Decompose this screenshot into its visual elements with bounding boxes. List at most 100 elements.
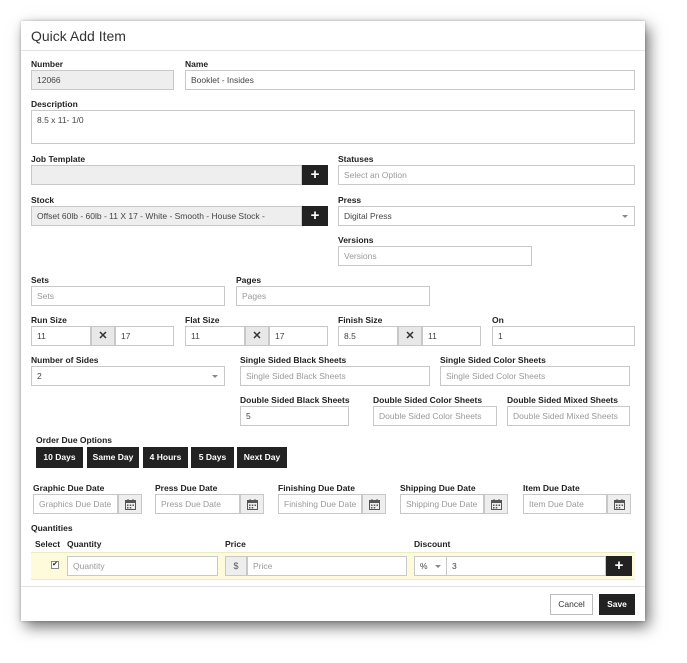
press-due-label: Press Due Date [155, 483, 218, 493]
chevron-down-icon [622, 215, 628, 218]
graphic-due-calendar-button[interactable] [118, 494, 142, 514]
shipping-due-label: Shipping Due Date [400, 483, 476, 493]
run-size-height[interactable]: 17 [115, 326, 174, 346]
quick-add-item-dialog: Quick Add Item Number 12066 Name Booklet… [21, 21, 645, 621]
finish-size-label: Finish Size [338, 315, 383, 325]
row-select-checkbox[interactable]: ✔ [51, 561, 59, 569]
number-of-sides-select[interactable]: 2 [31, 366, 225, 386]
plus-icon: + [310, 207, 320, 224]
due-same-day-button[interactable]: Same Day [87, 447, 139, 468]
due-next-day-button[interactable]: Next Day [237, 447, 287, 468]
single-black-label: Single Sided Black Sheets [240, 355, 347, 365]
flat-size-width[interactable]: 11 [185, 326, 245, 346]
calendar-icon [247, 499, 258, 510]
calendar-icon [125, 499, 136, 510]
number-of-sides-label: Number of Sides [31, 355, 99, 365]
double-mixed-label: Double Sided Mixed Sheets [507, 395, 618, 405]
shipping-due-field[interactable]: Shipping Due Date [400, 494, 484, 514]
calendar-icon [369, 499, 380, 510]
double-black-field[interactable]: 5 [240, 406, 349, 426]
finish-size-width[interactable]: 8.5 [338, 326, 398, 346]
press-value: Digital Press [344, 211, 392, 221]
number-label: Number [31, 59, 64, 69]
statuses-select[interactable]: Select an Option [338, 165, 635, 185]
number-field[interactable]: 12066 [31, 70, 174, 90]
currency-addon: $ [225, 556, 247, 576]
quantity-input[interactable]: Quantity [67, 556, 218, 576]
on-label: On [492, 315, 504, 325]
plus-icon: + [614, 557, 624, 574]
col-select-header: Select [35, 539, 61, 549]
due-4-hours-button[interactable]: 4 Hours [143, 447, 188, 468]
press-due-calendar-button[interactable] [240, 494, 264, 514]
description-field[interactable]: 8.5 x 11- 1/0 [31, 110, 635, 144]
discount-type-select[interactable]: % [414, 556, 447, 576]
flat-size-height[interactable]: 17 [269, 326, 328, 346]
quantities-label: Quantities [31, 523, 73, 533]
col-discount-header: Discount [414, 539, 451, 549]
plus-icon: + [310, 166, 320, 183]
finishing-due-calendar-button[interactable] [362, 494, 386, 514]
times-icon: ✕ [245, 326, 269, 346]
dialog-title: Quick Add Item [31, 28, 126, 44]
times-icon: ✕ [398, 326, 422, 346]
graphic-due-label: Graphic Due Date [33, 483, 105, 493]
single-color-field[interactable]: Single Sided Color Sheets [440, 366, 630, 386]
sets-label: Sets [31, 275, 49, 285]
chevron-down-icon [435, 565, 441, 568]
pages-label: Pages [236, 275, 262, 285]
chevron-down-icon [212, 375, 218, 378]
discount-type-value: % [420, 561, 428, 571]
press-due-field[interactable]: Press Due Date [155, 494, 240, 514]
add-job-template-button[interactable]: + [302, 165, 328, 185]
run-size-label: Run Size [31, 315, 67, 325]
footer-divider [21, 586, 645, 587]
item-due-field[interactable]: Item Due Date [523, 494, 607, 514]
versions-field[interactable]: Versions [338, 246, 532, 266]
versions-label: Versions [338, 235, 374, 245]
quantity-row: ✔ Quantity $ Price % 3 + [31, 552, 635, 580]
price-input[interactable]: Price [247, 556, 407, 576]
double-black-label: Double Sided Black Sheets [240, 395, 350, 405]
item-due-calendar-button[interactable] [607, 494, 631, 514]
description-label: Description [31, 99, 78, 109]
dialog-header: Quick Add Item [21, 21, 645, 51]
name-label: Name [185, 59, 209, 69]
double-color-label: Double Sided Color Sheets [373, 395, 483, 405]
finishing-due-label: Finishing Due Date [278, 483, 355, 493]
stock-field[interactable]: Offset 60lb - 60lb - 11 X 17 - White - S… [31, 206, 302, 226]
single-color-label: Single Sided Color Sheets [440, 355, 546, 365]
job-template-label: Job Template [31, 154, 86, 164]
press-select[interactable]: Digital Press [338, 206, 635, 226]
graphic-due-field[interactable]: Graphics Due Date [33, 494, 118, 514]
cancel-button[interactable]: Cancel [550, 594, 593, 615]
order-due-label: Order Due Options [36, 435, 113, 445]
number-of-sides-value: 2 [37, 371, 42, 381]
statuses-label: Statuses [338, 154, 374, 164]
double-mixed-field[interactable]: Double Sided Mixed Sheets [507, 406, 630, 426]
double-color-field[interactable]: Double Sided Color Sheets [373, 406, 497, 426]
shipping-due-calendar-button[interactable] [484, 494, 508, 514]
job-template-field[interactable] [31, 165, 302, 185]
flat-size-label: Flat Size [185, 315, 220, 325]
sets-field[interactable]: Sets [31, 286, 225, 306]
name-field[interactable]: Booklet - Insides [185, 70, 635, 90]
discount-value-input[interactable]: 3 [446, 556, 606, 576]
due-5-days-button[interactable]: 5 Days [191, 447, 234, 468]
press-label: Press [338, 195, 362, 205]
item-due-label: Item Due Date [523, 483, 580, 493]
finish-size-height[interactable]: 11 [422, 326, 481, 346]
times-icon: ✕ [91, 326, 115, 346]
run-size-width[interactable]: 11 [31, 326, 91, 346]
col-quantity-header: Quantity [67, 539, 102, 549]
add-stock-button[interactable]: + [302, 206, 328, 226]
col-price-header: Price [225, 539, 246, 549]
finishing-due-field[interactable]: Finishing Due Date [278, 494, 362, 514]
add-quantity-button[interactable]: + [606, 556, 632, 576]
stock-label: Stock [31, 195, 55, 205]
pages-field[interactable]: Pages [236, 286, 430, 306]
on-field[interactable]: 1 [492, 326, 635, 346]
single-black-field[interactable]: Single Sided Black Sheets [240, 366, 430, 386]
due-10-days-button[interactable]: 10 Days [36, 447, 83, 468]
save-button[interactable]: Save [599, 594, 635, 615]
